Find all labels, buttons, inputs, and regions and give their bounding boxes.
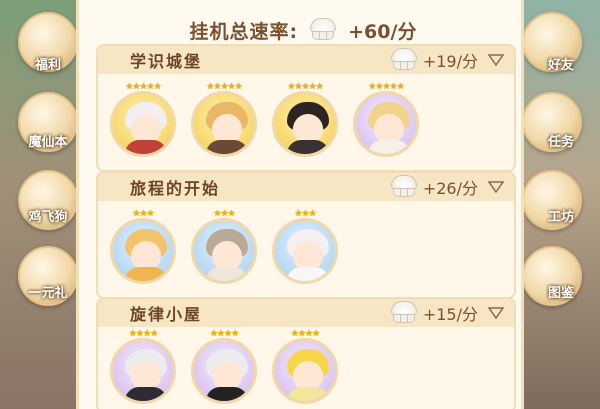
character-portrait [191,91,257,157]
section-title: 学识城堡 [130,52,203,71]
section-header[interactable]: 旋律小屋 +15/分 [98,299,514,327]
character-card[interactable]: ★★★★ [108,329,178,409]
idle-rate-panel: 挂机总速率: +60/分 学识城堡 +19/分 ★★★★★ ★★★★★ ★★★★… [76,0,524,409]
character-portrait [272,91,338,157]
gift-pack-label: 一元礼 [28,286,68,301]
bun-icon [389,48,419,72]
character-portrait [110,91,176,157]
character-portrait [272,218,338,284]
workshop-label: 工坊 [547,210,574,225]
character-card[interactable]: ★★★ [270,209,340,289]
character-row: ★★★★★ ★★★★★ ★★★★★ ★★★★★ [98,74,514,170]
bun-icon [389,301,419,325]
magic-dungeon-label: 魔仙本 [28,135,68,150]
codex-label: 图鉴 [547,286,574,301]
character-portrait [272,338,338,404]
character-row: ★★★ ★★★ ★★★ [98,201,514,297]
character-portrait [191,218,257,284]
section-journey-start: 旅程的开始 +26/分 ★★★ ★★★ ★★★ [96,171,516,299]
section-rate: +19/分 [389,48,478,72]
section-melody-cottage: 旋律小屋 +15/分 ★★★★ ★★★★ ★★★★ [96,297,516,409]
welfare-label: 福利 [34,58,61,73]
total-rate-value: +60/分 [348,20,417,43]
section-rate-value: +26/分 [422,179,478,198]
character-row: ★★★★ ★★★★ ★★★★ [98,327,514,409]
character-card[interactable]: ★★★★ [189,329,259,409]
character-card[interactable]: ★★★ [189,209,259,289]
section-knowledge-castle: 学识城堡 +19/分 ★★★★★ ★★★★★ ★★★★★ ★★★★★ [96,44,516,172]
total-rate-label: 挂机总速率: [189,20,299,43]
character-card[interactable]: ★★★ [108,209,178,289]
character-portrait [110,338,176,404]
tasks-label: 任务 [547,135,574,150]
section-header[interactable]: 学识城堡 +19/分 [98,46,514,74]
character-portrait [191,338,257,404]
bun-icon [308,18,338,42]
character-card[interactable]: ★★★★★ [351,82,421,162]
section-rate: +26/分 [389,175,478,199]
friends-label: 好友 [547,58,574,73]
section-title: 旅程的开始 [130,179,221,198]
character-card[interactable]: ★★★★★ [189,82,259,162]
bun-icon [389,175,419,199]
chevron-down-icon[interactable] [488,307,504,319]
chevron-down-icon[interactable] [488,54,504,66]
character-card[interactable]: ★★★★★ [108,82,178,162]
section-rate: +15/分 [389,301,478,325]
chicken-dog-label: 鸡飞狗 [28,210,68,225]
section-rate-value: +19/分 [422,52,478,71]
character-portrait [353,91,419,157]
chevron-down-icon[interactable] [488,181,504,193]
character-card[interactable]: ★★★★ [270,329,340,409]
character-card[interactable]: ★★★★★ [270,82,340,162]
character-portrait [110,218,176,284]
total-rate-row: 挂机总速率: +60/分 [79,12,527,48]
section-header[interactable]: 旅程的开始 +26/分 [98,173,514,201]
section-rate-value: +15/分 [422,305,478,324]
section-title: 旋律小屋 [130,305,203,324]
